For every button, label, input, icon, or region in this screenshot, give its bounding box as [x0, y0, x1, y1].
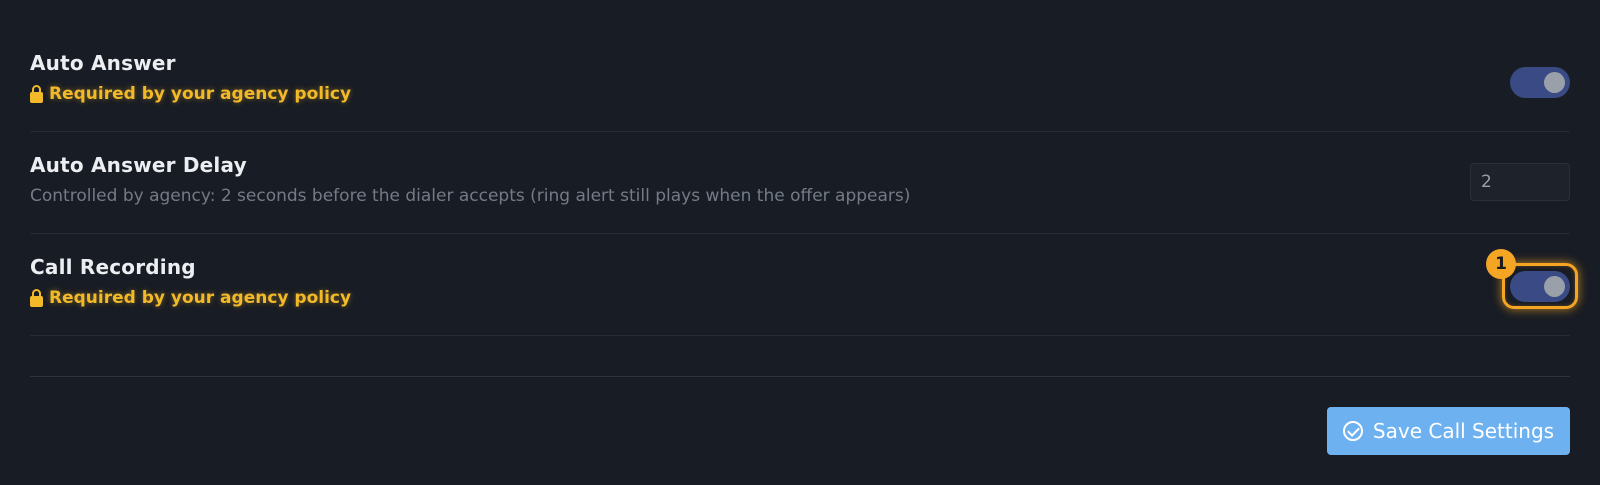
setting-row-call-recording: Call Recording Required by your agency p… [30, 234, 1578, 336]
auto-answer-toggle[interactable] [1510, 67, 1570, 98]
setting-title: Auto Answer [30, 51, 176, 75]
lock-icon [30, 289, 43, 307]
policy-note: Required by your agency policy [30, 288, 351, 308]
save-button-label: Save Call Settings [1372, 419, 1555, 443]
auto-answer-delay-input[interactable] [1470, 163, 1570, 201]
policy-note-text: Required by your agency policy [49, 288, 352, 308]
lock-icon [30, 85, 43, 103]
section-divider [30, 376, 1570, 377]
check-circle-icon [1342, 421, 1363, 441]
setting-description: Controlled by agency: 2 seconds before t… [30, 186, 911, 206]
toggle-knob [1544, 276, 1565, 297]
call-settings-panel: Auto Answer Required by your agency poli… [0, 0, 1600, 485]
toggle-knob [1544, 72, 1565, 93]
setting-title: Auto Answer Delay [30, 153, 247, 177]
policy-note-text: Required by your agency policy [49, 84, 352, 104]
setting-title: Call Recording [30, 255, 196, 279]
annotation-badge: 1 [1486, 249, 1516, 279]
setting-row-auto-answer: Auto Answer Required by your agency poli… [30, 30, 1570, 132]
setting-row-auto-answer-delay: Auto Answer Delay Controlled by agency: … [30, 132, 1570, 234]
call-recording-toggle[interactable] [1510, 271, 1570, 302]
save-call-settings-button[interactable]: Save Call Settings [1327, 407, 1570, 455]
policy-note: Required by your agency policy [30, 84, 351, 104]
